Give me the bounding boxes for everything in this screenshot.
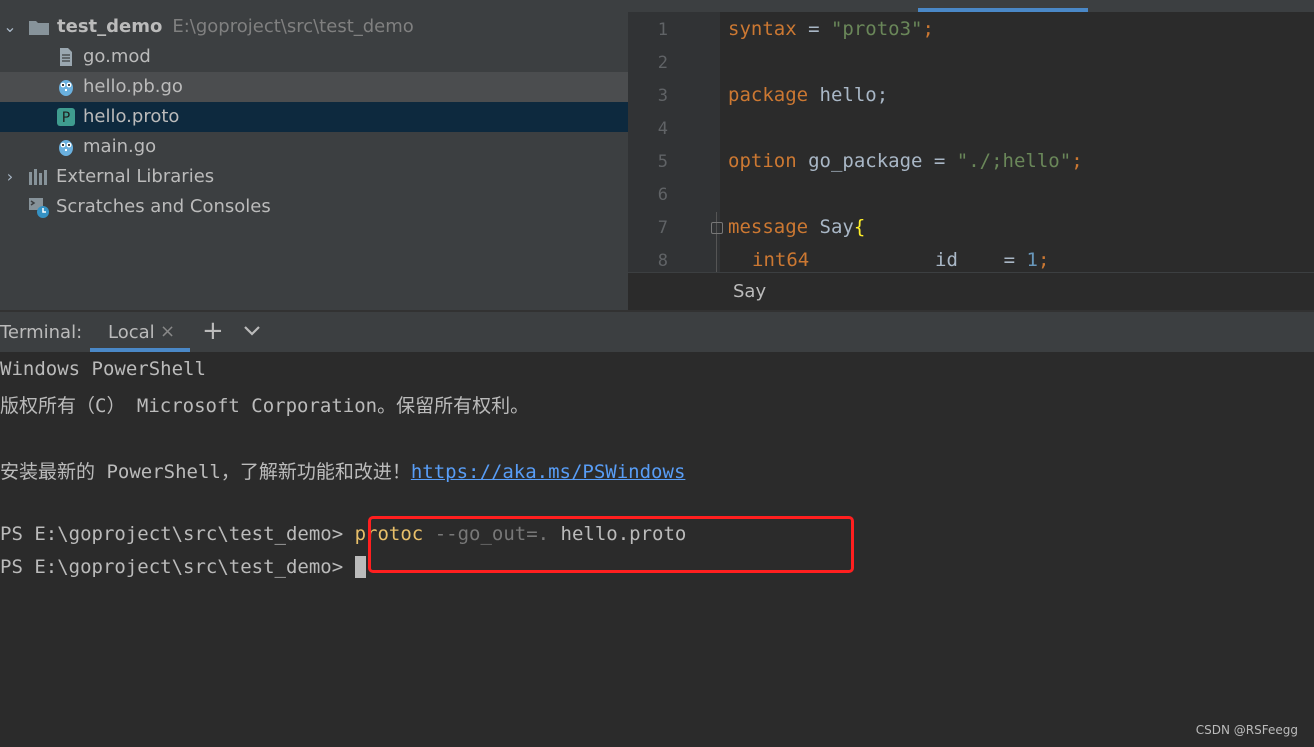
line-number: 1 xyxy=(657,20,668,40)
code-line-1[interactable]: syntax = "proto3"; xyxy=(728,18,934,40)
tree-item-label: Scratches and Consoles xyxy=(56,196,271,217)
text-cursor xyxy=(354,556,366,578)
proto-file-icon: P xyxy=(56,107,76,127)
editor-tab-bar[interactable] xyxy=(628,0,1314,12)
terminal-header: Terminal: Local × + xyxy=(0,310,1314,352)
line-number: 2 xyxy=(657,53,668,73)
powershell-link[interactable]: https://aka.ms/PSWindows xyxy=(411,461,686,483)
chevron-down-icon[interactable] xyxy=(242,320,262,340)
prompt: PS E:\goproject\src\test_demo> xyxy=(0,556,355,578)
tree-item-label: External Libraries xyxy=(56,166,215,187)
line-number: 4 xyxy=(657,119,668,139)
line-number: 8 xyxy=(657,251,668,271)
code-line-8[interactable]: int64 id = 1; xyxy=(752,249,1049,271)
folder-icon xyxy=(28,17,49,37)
terminal-title: Terminal: xyxy=(0,322,83,343)
tree-item-label: test_demo xyxy=(57,16,163,37)
terminal-line: Windows PowerShell xyxy=(0,358,206,380)
tree-item-label: main.go xyxy=(83,136,157,157)
tree-item-label: go.mod xyxy=(83,46,151,67)
project-toolbar xyxy=(0,0,628,10)
terminal-line: 安装最新的 PowerShell，了解新功能和改进！https://aka.ms… xyxy=(0,461,686,483)
tree-row-external-libraries[interactable]: › External Libraries xyxy=(0,162,628,192)
line-number-gutter: 1 2 3 4 5 6 7 8 xyxy=(628,12,720,272)
terminal-input-line[interactable]: PS E:\goproject\src\test_demo> xyxy=(0,556,366,578)
tree-row-main-go[interactable]: main.go xyxy=(0,132,628,162)
tree-item-label: hello.pb.go xyxy=(83,76,183,97)
file-icon xyxy=(56,47,76,67)
project-path: E:\goproject\src\test_demo xyxy=(172,16,414,37)
gopher-icon xyxy=(56,77,76,97)
tree-row-test-demo[interactable]: ⌄ test_demo E:\goproject\src\test_demo xyxy=(0,12,628,42)
chevron-down-icon[interactable]: ⌄ xyxy=(0,12,20,42)
line-number: 3 xyxy=(657,86,668,106)
tree-row-go-mod[interactable]: go.mod xyxy=(0,42,628,72)
breadcrumb[interactable]: Say xyxy=(628,272,1314,310)
active-tab-indicator xyxy=(918,8,1088,12)
line-number: 6 xyxy=(657,185,668,205)
chevron-right-icon[interactable]: › xyxy=(0,162,20,192)
code-line-7[interactable]: message Say{ xyxy=(728,216,865,238)
indent-guide xyxy=(716,212,717,272)
proto-icon-letter: P xyxy=(62,110,70,126)
line-number: 5 xyxy=(657,152,668,172)
code-line-3[interactable]: package hello; xyxy=(728,84,888,106)
code-editor[interactable]: 1 2 3 4 5 6 7 8 syntax = "proto3"; packa… xyxy=(628,0,1314,310)
gopher-icon xyxy=(56,137,76,157)
tab-label: Local xyxy=(108,322,155,343)
watermark: CSDN @RSFeegg xyxy=(1195,723,1298,737)
breadcrumb-item[interactable]: Say xyxy=(733,281,766,302)
add-terminal-button[interactable]: + xyxy=(202,316,224,346)
line-number: 7 xyxy=(657,218,668,238)
tree-row-hello-pb-go[interactable]: hello.pb.go xyxy=(0,72,628,102)
tree-item-label: hello.proto xyxy=(83,106,180,127)
close-icon[interactable]: × xyxy=(160,321,175,342)
prompt: PS E:\goproject\src\test_demo> xyxy=(0,523,355,545)
code-line-5[interactable]: option go_package = "./;hello"; xyxy=(728,150,1083,172)
libraries-icon xyxy=(28,167,48,187)
tree-row-hello-proto[interactable]: P hello.proto xyxy=(0,102,628,132)
terminal-line: 版权所有（C） Microsoft Corporation。保留所有权利。 xyxy=(0,395,530,417)
fold-icon[interactable] xyxy=(711,222,723,234)
tab-local[interactable]: Local × xyxy=(90,312,190,352)
tree-row-scratches[interactable]: Scratches and Consoles xyxy=(0,192,628,222)
scratches-icon xyxy=(28,197,49,218)
highlight-annotation xyxy=(368,516,854,573)
project-tool-window: ⌄ test_demo E:\goproject\src\test_demo go… xyxy=(0,0,628,310)
